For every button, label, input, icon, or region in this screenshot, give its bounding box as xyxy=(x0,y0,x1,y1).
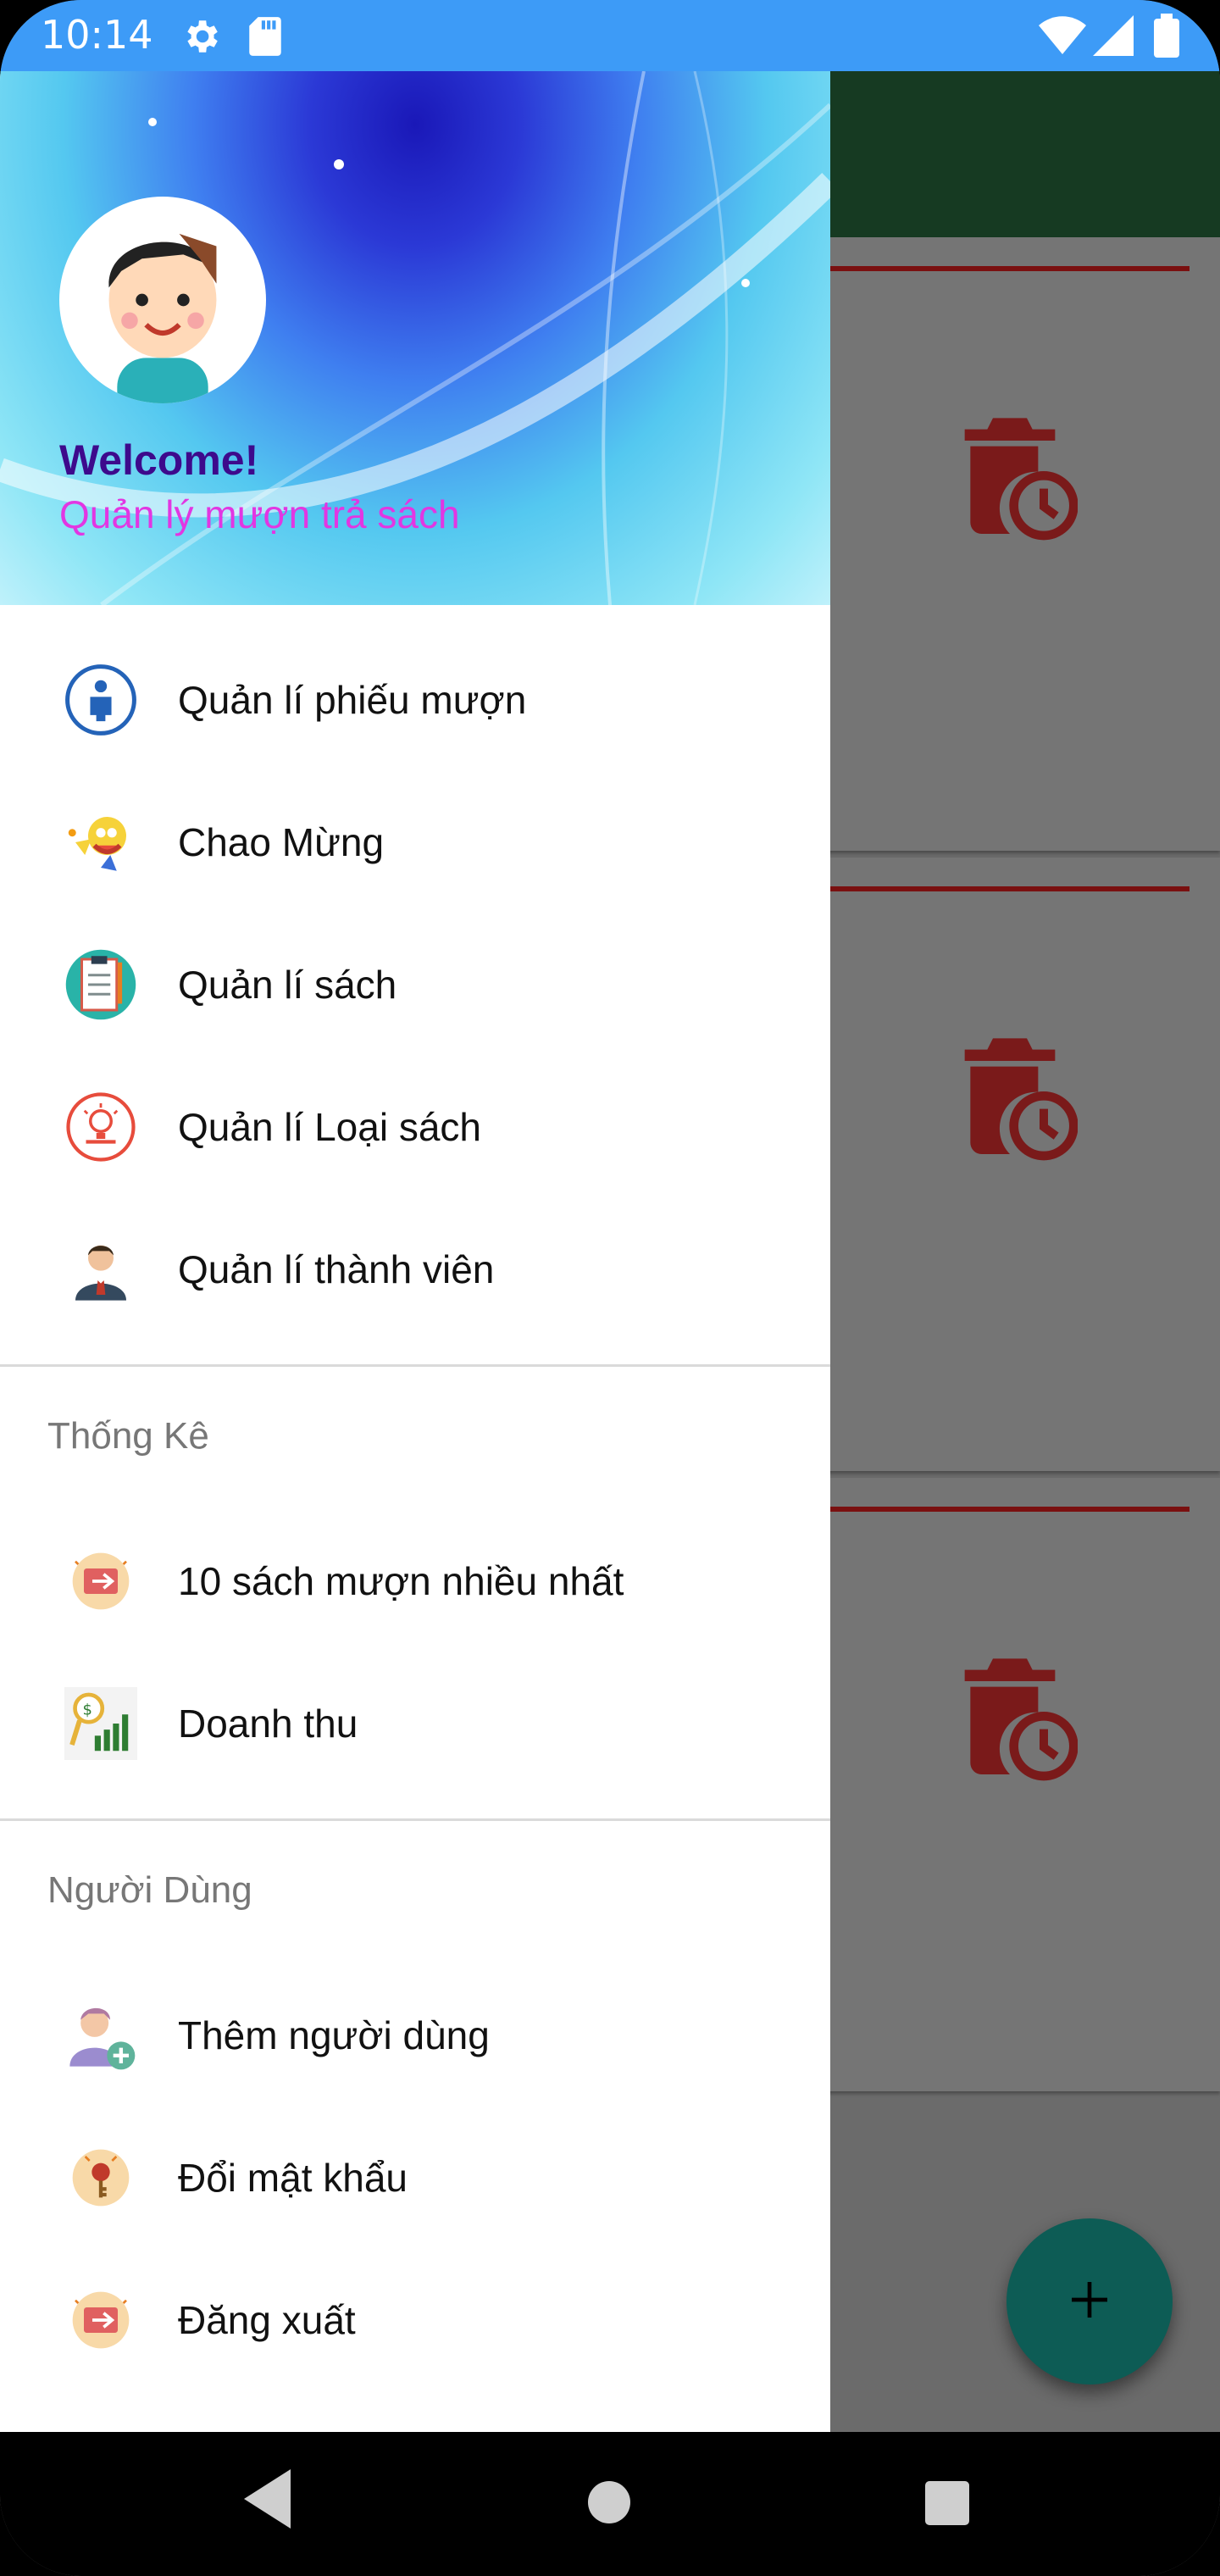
section-title-users: Người Dùng xyxy=(47,1869,252,1911)
menu-item-borrow-slips[interactable]: Quản lí phiếu mượn xyxy=(0,629,830,771)
card-divider xyxy=(830,886,1190,891)
welcome-title: Welcome! xyxy=(59,436,259,484)
logout-badge-icon xyxy=(63,2282,139,2358)
menu-item-welcome[interactable]: Chao Mừng xyxy=(0,771,830,913)
menu-item-book-types[interactable]: Quản lí Loại sách xyxy=(0,1056,830,1198)
add-user-icon xyxy=(63,1997,139,2074)
sd-card-icon xyxy=(247,15,283,62)
key-badge-icon xyxy=(63,2140,139,2216)
menu-item-label: Chao Mừng xyxy=(178,820,385,864)
revenue-chart-icon: $ xyxy=(63,1685,139,1762)
card-divider xyxy=(830,266,1190,271)
menu-item-logout[interactable]: Đăng xuất xyxy=(0,2249,830,2391)
menu-item-label: Đăng xuất xyxy=(178,2298,356,2342)
card-divider xyxy=(830,1507,1190,1512)
divider xyxy=(0,1818,830,1821)
svg-text:$: $ xyxy=(83,1701,92,1718)
wifi-icon xyxy=(1039,15,1086,60)
menu-item-label: Quản lí Loại sách xyxy=(178,1105,482,1149)
person-info-icon xyxy=(63,662,139,738)
menu-item-add-user[interactable]: Thêm người dùng xyxy=(0,1964,830,2107)
recent-apps-icon[interactable] xyxy=(925,2481,969,2525)
battery-icon xyxy=(1154,14,1179,62)
app-subtitle: Quản lý mượn trả sách xyxy=(59,492,460,536)
businessman-icon xyxy=(63,1231,139,1307)
settings-gear-icon xyxy=(180,15,222,62)
menu-item-revenue[interactable]: $ Doanh thu xyxy=(0,1652,830,1795)
lightbulb-badge-icon xyxy=(63,1089,139,1165)
divider xyxy=(0,1364,830,1367)
signal-icon xyxy=(1093,15,1134,60)
status-time: 10:14 xyxy=(41,12,153,58)
clipboard-checklist-icon xyxy=(63,947,139,1023)
menu-item-label: Quản lí phiếu mượn xyxy=(178,678,527,722)
menu-item-label: Doanh thu xyxy=(178,1702,358,1746)
status-bar: 10:14 xyxy=(0,0,1220,71)
system-navigation-bar xyxy=(0,2432,1220,2576)
back-icon[interactable] xyxy=(244,2469,295,2533)
menu-item-members[interactable]: Quản lí thành viên xyxy=(0,1198,830,1341)
delete-history-icon[interactable] xyxy=(942,407,1079,547)
menu-item-books[interactable]: Quản lí sách xyxy=(0,913,830,1056)
plus-icon xyxy=(1066,2276,1113,2328)
menu-item-change-password[interactable]: Đổi mật khẩu xyxy=(0,2107,830,2249)
phone-screen: 10:14 Welcome! Quản lý mượn trả sách Quả… xyxy=(0,0,1220,2576)
section-title-stats: Thống Kê xyxy=(47,1415,209,1457)
home-icon[interactable] xyxy=(588,2481,630,2523)
add-fab-button[interactable] xyxy=(1006,2218,1173,2384)
delete-history-icon[interactable] xyxy=(942,1647,1079,1787)
menu-item-top-books[interactable]: 10 sách mượn nhiều nhất xyxy=(0,1510,830,1652)
boy-avatar-icon xyxy=(108,233,217,403)
menu-item-label: Đổi mật khẩu xyxy=(178,2156,408,2200)
delete-history-icon[interactable] xyxy=(942,1027,1079,1167)
cartoon-character-icon xyxy=(63,804,139,880)
menu-item-label: Quản lí sách xyxy=(178,963,397,1007)
menu-item-label: Thêm người dùng xyxy=(178,2013,490,2057)
drawer-header: Welcome! Quản lý mượn trả sách xyxy=(0,71,830,605)
navigation-drawer: Welcome! Quản lý mượn trả sách Quản lí p… xyxy=(0,71,830,2432)
avatar[interactable] xyxy=(59,197,266,403)
menu-item-label: Quản lí thành viên xyxy=(178,1247,495,1291)
logout-badge-icon xyxy=(63,1543,139,1619)
menu-item-label: 10 sách mượn nhiều nhất xyxy=(178,1559,624,1603)
